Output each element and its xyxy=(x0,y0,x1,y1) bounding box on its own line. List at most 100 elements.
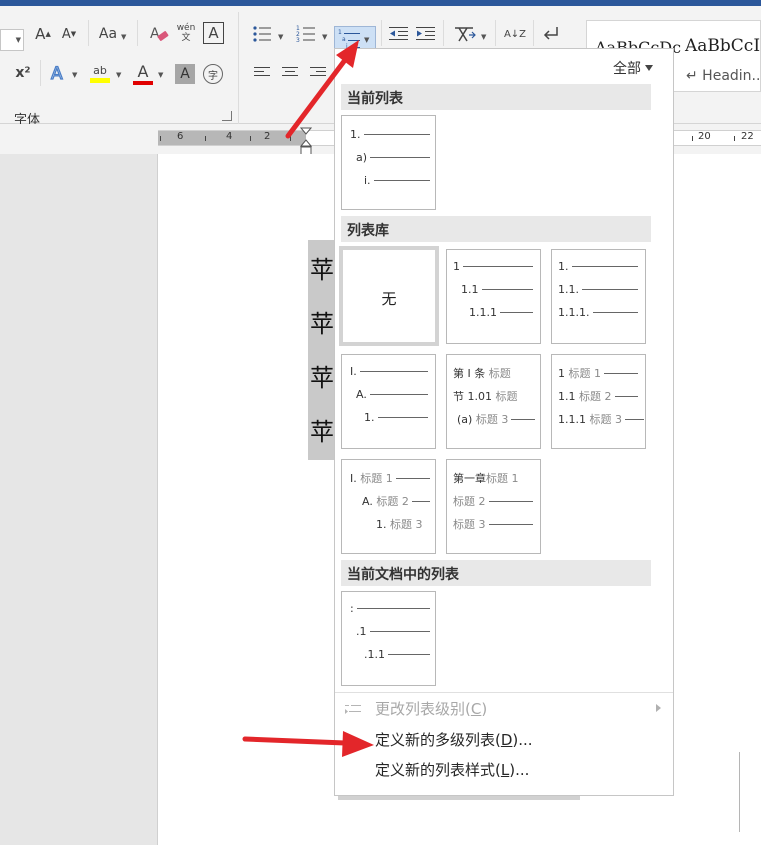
align-center-icon[interactable] xyxy=(282,67,298,79)
group-separator xyxy=(238,12,239,124)
ruler-tick xyxy=(692,136,693,141)
heading-style-label: 标题 3 xyxy=(475,413,509,426)
chinese-layout-button[interactable] xyxy=(452,23,478,45)
list-level-label: : xyxy=(350,602,354,615)
decrease-indent-button[interactable] xyxy=(388,23,410,45)
heading-style-label: 标题 3 xyxy=(453,518,486,531)
list-level-label: 1.1 xyxy=(558,389,576,403)
chevron-down-icon: ▼ xyxy=(364,36,370,44)
list-library-tile[interactable]: 1 1.1 1.1.1 xyxy=(446,249,541,344)
list-level-label: .1 xyxy=(356,625,367,638)
doc-list-tile[interactable]: : .1 .1.1 xyxy=(341,591,436,686)
text-effect-icon: A xyxy=(50,63,63,83)
list-level-label: A. xyxy=(362,494,373,508)
char-shading-button[interactable]: A xyxy=(175,64,195,84)
list-library-tile[interactable]: 第一章 标题 1 标题 2 标题 3 xyxy=(446,459,541,554)
define-multilevel-key: D xyxy=(500,731,513,749)
clear-formatting-button[interactable]: A xyxy=(147,22,171,46)
heading-style-label: 标题 xyxy=(495,390,518,403)
phonetic-guide-button[interactable]: wén 文 xyxy=(176,20,196,46)
align-right-icon[interactable] xyxy=(310,67,326,79)
list-level-label: .1.1 xyxy=(364,648,385,661)
sort-button[interactable]: A↓Z xyxy=(503,23,527,47)
font-color-button[interactable]: A xyxy=(132,60,154,86)
ribbon-separator xyxy=(88,20,89,46)
heading-style-label: 标题 1 xyxy=(486,472,519,485)
list-library-tile[interactable]: I. A. 1. xyxy=(341,354,436,449)
define-list-style-key: L xyxy=(500,761,510,779)
list-level-label: 1.1 xyxy=(461,283,479,296)
list-level-label: i. xyxy=(364,174,371,187)
list-level-label: 1.1.1. xyxy=(558,306,590,319)
show-marks-button[interactable] xyxy=(540,23,562,45)
ruler-tick xyxy=(160,136,161,141)
indent-marker-icon[interactable] xyxy=(300,127,312,157)
current-list-tile[interactable]: 1. a) i. xyxy=(341,115,436,210)
menu-separator xyxy=(335,692,673,693)
define-list-style-item[interactable]: 定义新的列表样式(L)... xyxy=(335,756,673,784)
ruler-number: 22 xyxy=(741,131,754,142)
sort-label: A↓Z xyxy=(503,29,527,40)
define-multilevel-list-item[interactable]: 定义新的多级列表(D)... xyxy=(335,726,673,754)
list-level-label: 1. xyxy=(350,128,361,141)
chevron-down-icon: ▼ xyxy=(322,33,328,41)
list-level-label: I. xyxy=(350,471,357,485)
document-line[interactable]: 苹 xyxy=(310,358,334,393)
ribbon-separator xyxy=(495,20,496,46)
ruler-tick xyxy=(290,136,291,141)
font-color-bar xyxy=(133,80,153,85)
dialog-launcher-icon[interactable] xyxy=(222,111,232,121)
list-library-tile-none[interactable]: 无 xyxy=(339,246,439,346)
document-line[interactable]: 苹 xyxy=(310,304,334,339)
document-line[interactable]: 苹 xyxy=(310,412,334,447)
heading-style-label: 标题 2 xyxy=(376,495,409,508)
list-level-label: 第一章 xyxy=(453,472,486,485)
svg-text:A: A xyxy=(51,64,63,83)
style-heading-1[interactable]: ↵ Headin... xyxy=(686,68,761,84)
ruler-tick xyxy=(734,136,735,141)
chevron-down-icon: ▼ xyxy=(72,71,78,79)
ruler-number: 2 xyxy=(264,131,271,142)
increase-indent-button[interactable] xyxy=(415,23,437,45)
svg-text:A: A xyxy=(150,26,160,42)
text-effects-button[interactable]: A xyxy=(48,61,70,85)
menu-suffix: )... xyxy=(509,761,530,779)
list-library-tile[interactable]: 1. 1.1. 1.1.1. xyxy=(551,249,646,344)
current-list-header: 当前列表 xyxy=(341,84,651,110)
ruler-tick xyxy=(205,136,206,141)
define-multilevel-label: 定义新的多级列表( xyxy=(375,731,501,749)
heading-style-label: 标题 1 xyxy=(360,472,393,485)
ruler-number: 20 xyxy=(698,131,711,142)
char-border-button[interactable]: A xyxy=(203,22,224,44)
chevron-down-icon: ▼ xyxy=(481,33,487,41)
list-library-tile[interactable]: I. 标题 1 A. 标题 2 1. 标题 3 xyxy=(341,459,436,554)
grow-font-icon[interactable]: A ▲ xyxy=(33,23,53,45)
document-line[interactable]: 苹 xyxy=(310,250,334,285)
list-level-label: 1.1. xyxy=(558,283,579,296)
list-library-tile[interactable]: 1 标题 1 1.1 标题 2 1.1.1 标题 3 xyxy=(551,354,646,449)
superscript-button[interactable]: x² xyxy=(12,62,34,84)
heading-style-label: 标题 1 xyxy=(568,367,602,380)
doc-lists-header: 当前文档中的列表 xyxy=(341,560,651,586)
chevron-down-icon: ▼ xyxy=(278,33,284,41)
shrink-font-icon[interactable]: A ▼ xyxy=(59,23,79,45)
paragraph-mark-icon xyxy=(543,27,558,40)
enclose-char-button[interactable]: 字 xyxy=(203,64,223,84)
define-list-style-label: 定义新的列表样式( xyxy=(375,761,501,779)
chinese-layout-icon xyxy=(455,27,476,42)
chevron-down-icon: ▼ xyxy=(158,71,164,79)
style-no-spacing[interactable]: AaBbCcI xyxy=(685,36,760,56)
highlight-button[interactable]: ab xyxy=(88,60,112,86)
bullet-list-icon xyxy=(253,26,271,42)
list-level-label: 1. xyxy=(376,517,387,531)
none-label: 无 xyxy=(381,290,397,308)
list-filter-dropdown[interactable]: 全部 xyxy=(613,58,653,78)
list-library-tile[interactable]: 第 I 条 标题 节 1.01 标题 (a) 标题 3 xyxy=(446,354,541,449)
list-level-label: 1 xyxy=(453,260,460,273)
align-left-icon[interactable] xyxy=(254,67,270,79)
list-level-label: 节 1.01 xyxy=(453,390,492,403)
font-size-combobox[interactable]: ▼ xyxy=(0,29,24,51)
bullets-button[interactable] xyxy=(251,23,273,45)
change-case-button[interactable]: Aa xyxy=(96,23,120,45)
numbering-button[interactable]: 1 2 3 xyxy=(295,23,317,45)
